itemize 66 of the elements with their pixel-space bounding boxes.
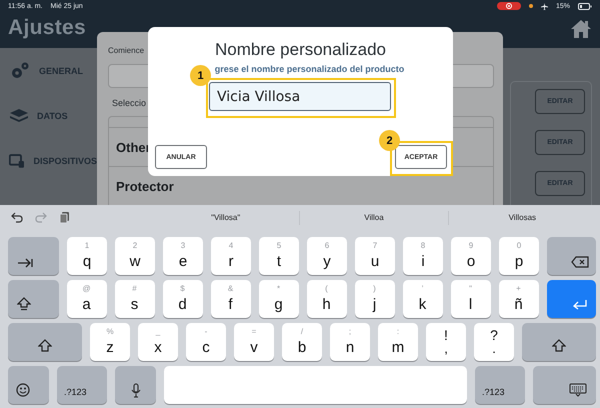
key[interactable]: ; n <box>330 323 370 361</box>
key[interactable]: 1 q <box>67 237 107 275</box>
key[interactable]: = v <box>234 323 274 361</box>
backspace-key[interactable] <box>547 237 596 275</box>
airplane-icon <box>540 2 548 10</box>
key[interactable]: 9 o <box>451 237 491 275</box>
shift-icon <box>17 297 31 311</box>
home-icon[interactable] <box>570 18 592 40</box>
key[interactable]: 7 u <box>355 237 395 275</box>
key[interactable]: " l <box>450 280 490 318</box>
shift-icon <box>552 339 566 353</box>
list-item[interactable]: Protector <box>116 178 174 194</box>
microphone-key[interactable] <box>115 366 156 404</box>
key[interactable]: * g <box>258 280 298 318</box>
return-key[interactable] <box>546 280 596 318</box>
suggestion[interactable]: "Villosa" <box>152 210 300 224</box>
tab-icon <box>17 258 33 268</box>
key[interactable]: & f <box>210 280 250 318</box>
shift-key[interactable] <box>8 280 58 318</box>
key[interactable]: : m <box>378 323 418 361</box>
suggestion[interactable]: Villosas <box>448 210 596 224</box>
key[interactable]: _ x <box>138 323 178 361</box>
page-title: Ajustes <box>8 16 87 40</box>
key[interactable]: ! , <box>426 323 466 361</box>
name-input-field[interactable]: Vicia Villosa <box>209 82 391 111</box>
key[interactable]: ) j <box>354 280 394 318</box>
key[interactable]: % z <box>90 323 130 361</box>
key[interactable]: + ñ <box>498 280 538 318</box>
key[interactable]: 6 y <box>307 237 347 275</box>
key[interactable]: 2 w <box>115 237 155 275</box>
dot-icon <box>528 4 533 8</box>
field-label: Comience <box>108 46 144 55</box>
shift-icon <box>38 339 52 353</box>
layers-icon <box>9 108 29 124</box>
microphone-icon <box>130 383 140 398</box>
section-label: Seleccio <box>112 98 146 108</box>
key[interactable]: # s <box>114 280 154 318</box>
key[interactable]: 4 r <box>211 237 251 275</box>
key[interactable]: ’ k <box>402 280 442 318</box>
backspace-icon <box>571 256 589 268</box>
numbers-key[interactable]: .?123 <box>475 366 525 404</box>
suggestion[interactable]: Villoa <box>299 210 448 224</box>
hide-keyboard-key[interactable] <box>533 366 596 404</box>
dialog-subtitle: grese el nombre personalizado del producto <box>214 64 404 74</box>
clipboard-icon[interactable] <box>59 211 70 224</box>
key[interactable]: 3 e <box>163 237 203 275</box>
key[interactable]: ? . <box>474 323 514 361</box>
keyboard-icon <box>569 383 587 397</box>
recording-indicator <box>496 2 521 10</box>
undo-icon[interactable] <box>11 212 23 223</box>
key[interactable]: @ a <box>66 280 106 318</box>
list-item[interactable]: Other <box>116 140 151 154</box>
key[interactable]: ( h <box>306 280 346 318</box>
battery-icon <box>578 2 592 10</box>
numbers-key[interactable]: .?123 <box>57 366 107 404</box>
key[interactable]: 8 i <box>403 237 443 275</box>
emoji-icon <box>16 383 30 397</box>
key[interactable]: / b <box>282 323 322 361</box>
key[interactable]: 5 t <box>259 237 299 275</box>
gears-icon <box>9 61 31 81</box>
emoji-key[interactable] <box>8 366 49 404</box>
key[interactable]: 0 p <box>499 237 539 275</box>
key[interactable]: - c <box>186 323 226 361</box>
dialog-title: Nombre personalizado <box>214 40 386 60</box>
key[interactable]: $ d <box>162 280 202 318</box>
return-icon <box>572 299 588 310</box>
